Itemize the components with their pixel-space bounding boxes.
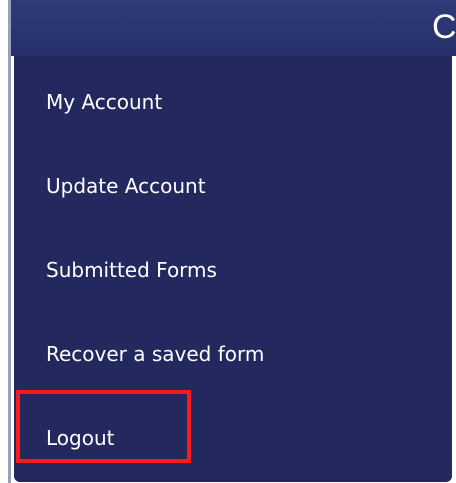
header-title-fragment: Ci — [432, 8, 456, 46]
page-left-edge — [8, 0, 11, 483]
menu-item-update-account[interactable]: Update Account — [46, 174, 206, 198]
menu-item-my-account[interactable]: My Account — [46, 90, 162, 114]
menu-item-recover-saved-form[interactable]: Recover a saved form — [46, 342, 264, 366]
menu-item-submitted-forms[interactable]: Submitted Forms — [46, 258, 217, 282]
header-bar: Ci — [11, 0, 456, 56]
account-dropdown-menu: My Account Update Account Submitted Form… — [14, 56, 452, 482]
menu-item-logout[interactable]: Logout — [46, 426, 114, 450]
